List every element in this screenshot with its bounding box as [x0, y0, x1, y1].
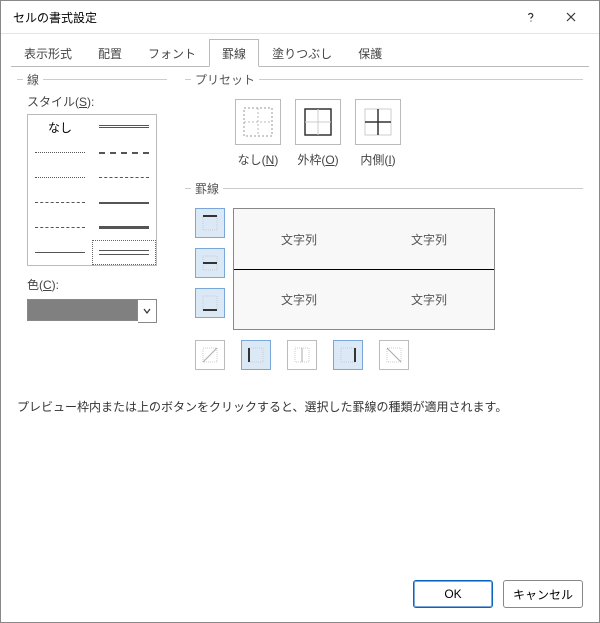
border-left-button[interactable]: [241, 340, 271, 370]
close-button[interactable]: [551, 1, 591, 33]
help-button[interactable]: [511, 1, 551, 33]
line-style-option[interactable]: [92, 190, 156, 215]
tab-alignment[interactable]: 配置: [85, 39, 135, 66]
tab-strip: 表示形式 配置 フォント 罫線 塗りつぶし 保護: [1, 34, 599, 66]
tab-protection[interactable]: 保護: [345, 39, 395, 66]
ok-button[interactable]: OK: [413, 580, 493, 608]
color-picker[interactable]: [27, 299, 157, 323]
preset-group: プリセット なし(N) 外枠(O): [185, 79, 583, 188]
preset-legend: プリセット: [191, 71, 259, 88]
line-style-list[interactable]: なし: [27, 114, 157, 266]
tab-number-format[interactable]: 表示形式: [11, 39, 85, 66]
line-style-none[interactable]: なし: [28, 115, 92, 140]
preview-cell: 文字列: [234, 269, 364, 329]
preset-none-label: なし(N): [238, 151, 279, 168]
line-style-option[interactable]: [92, 215, 156, 240]
line-style-option[interactable]: [92, 165, 156, 190]
preview-cell: 文字列: [364, 269, 494, 329]
preset-none[interactable]: なし(N): [235, 99, 281, 168]
hint-text: プレビュー枠内または上のボタンをクリックすると、選択した罫線の種類が適用されます…: [17, 398, 583, 415]
preset-inside-label: 内側(I): [360, 151, 395, 168]
tab-content: 線 スタイル(S): なし: [1, 67, 599, 570]
border-horizontal-button[interactable]: [195, 248, 225, 278]
border-side-buttons-horizontal: [195, 340, 573, 370]
border-diagonal-down-button[interactable]: [379, 340, 409, 370]
tab-border[interactable]: 罫線: [209, 39, 259, 67]
border-group: 罫線: [185, 188, 583, 380]
preset-none-icon: [235, 99, 281, 145]
line-group: 線 スタイル(S): なし: [17, 79, 167, 380]
color-dropdown-button[interactable]: [138, 299, 157, 323]
preset-outline-label: 外枠(O): [297, 151, 338, 168]
preset-inside-icon: [355, 99, 401, 145]
border-side-buttons-vertical: [195, 208, 225, 330]
dialog-footer: OK キャンセル: [1, 570, 599, 622]
line-group-legend: 線: [23, 71, 43, 88]
preview-cell: 文字列: [364, 209, 494, 269]
tab-fill[interactable]: 塗りつぶし: [259, 39, 345, 66]
border-diagonal-up-button[interactable]: [195, 340, 225, 370]
preset-outline[interactable]: 外枠(O): [295, 99, 341, 168]
cancel-button[interactable]: キャンセル: [503, 580, 583, 608]
titlebar: セルの書式設定: [1, 1, 599, 34]
line-style-option[interactable]: [28, 190, 92, 215]
color-label: 色(C):: [27, 276, 157, 293]
border-preview[interactable]: 文字列 文字列 文字列 文字列: [233, 208, 495, 330]
dialog-window: セルの書式設定 表示形式 配置 フォント 罫線 塗りつぶし 保護 線 スタイル(…: [0, 0, 600, 623]
color-swatch: [27, 299, 138, 321]
border-legend: 罫線: [191, 180, 223, 197]
border-bottom-button[interactable]: [195, 288, 225, 318]
line-style-option[interactable]: [92, 115, 156, 140]
line-style-option-selected[interactable]: [92, 240, 156, 265]
preset-outline-icon: [295, 99, 341, 145]
line-style-option[interactable]: [28, 165, 92, 190]
preview-cell: 文字列: [234, 209, 364, 269]
preset-inside[interactable]: 内側(I): [355, 99, 401, 168]
chevron-down-icon: [143, 307, 151, 315]
line-style-option[interactable]: [28, 140, 92, 165]
style-label: スタイル(S):: [27, 93, 157, 110]
border-vertical-button[interactable]: [287, 340, 317, 370]
line-style-option[interactable]: [28, 215, 92, 240]
border-top-button[interactable]: [195, 208, 225, 238]
window-title: セルの書式設定: [13, 9, 511, 26]
border-right-button[interactable]: [333, 340, 363, 370]
line-style-option[interactable]: [28, 240, 92, 265]
tab-font[interactable]: フォント: [135, 39, 209, 66]
preview-inner-horizontal-line: [234, 269, 494, 270]
right-column: プリセット なし(N) 外枠(O): [185, 79, 583, 380]
line-style-option[interactable]: [92, 140, 156, 165]
